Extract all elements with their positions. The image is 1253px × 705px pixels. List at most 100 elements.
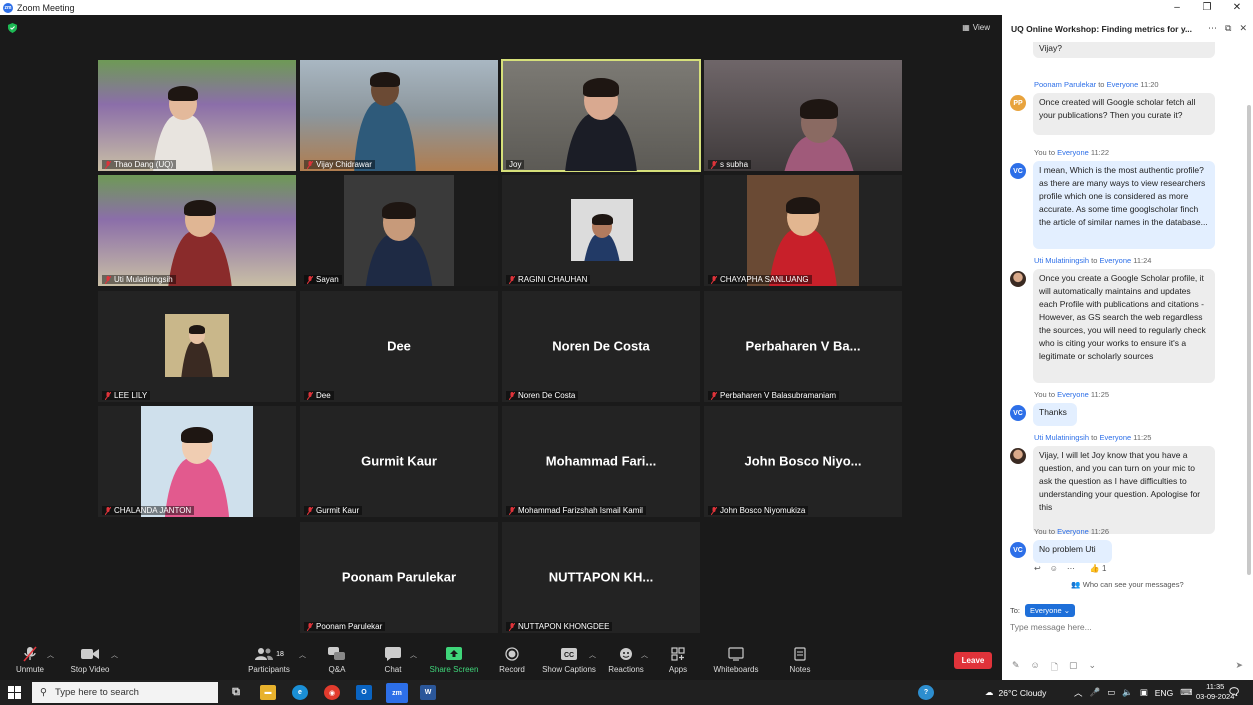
chevron-down-icon[interactable]: ⌄ [1089, 660, 1097, 676]
chrome-browser-icon[interactable]: ◉ [324, 685, 340, 700]
participants-button[interactable]: 18 Participants [234, 646, 304, 674]
participant-tile[interactable]: Uti Mulatiningsih [98, 175, 296, 286]
meeting-toolbar: Unmute ︿ Stop Video ︿ 18 Participants ︿ … [0, 640, 1002, 680]
participant-tile[interactable]: s subha [704, 60, 902, 171]
chat-options-caret-icon[interactable]: ︿ [410, 650, 417, 660]
participant-tile[interactable]: Thao Dang (UQ) [98, 60, 296, 171]
chat-message-list[interactable]: Could you please elaborate your question… [1002, 42, 1245, 582]
chat-sender: You [1034, 527, 1047, 536]
grid-view-icon: ▦ [962, 23, 970, 32]
keyboard-icon[interactable]: ⌨ [1180, 687, 1192, 698]
chat-message-text: Thanks [1033, 403, 1077, 426]
who-can-see-link[interactable]: 👥 Who can see your messages? [1002, 580, 1253, 589]
microphone-icon[interactable]: 🎤 [1090, 687, 1101, 698]
more-icon[interactable]: ⋯ [1067, 564, 1075, 573]
chat-to-word: to [1091, 256, 1098, 265]
muted-mic-icon [509, 506, 515, 515]
chat-message[interactable]: You to Everyone 11:26 VC No problem Uti [1002, 527, 1245, 568]
participant-tile[interactable]: John Bosco Niyo... John Bosco Niyomukiza [704, 406, 902, 517]
participant-photo [747, 175, 859, 286]
help-icon[interactable]: ? [918, 685, 934, 700]
chat-message[interactable]: Uti Mulatiningsih to Everyone 11:24 Once … [1002, 256, 1245, 388]
video-options-caret-icon[interactable]: ︿ [111, 650, 118, 660]
sender-avatar [1010, 448, 1026, 464]
chat-recipient: Everyone [1057, 527, 1089, 536]
chat-message[interactable]: You to Everyone 11:22 VC I mean, Which is … [1002, 148, 1245, 254]
chat-time: 11:25 [1133, 433, 1152, 442]
participant-tile[interactable]: NUTTAPON KH... NUTTAPON KHONGDEE [502, 522, 700, 633]
chat-message[interactable]: Uti Mulatiningsih to Everyone 11:25 Vijay… [1002, 433, 1245, 539]
participant-tile[interactable]: Mohammad Fari... Mohammad Farizshah Ismai… [502, 406, 700, 517]
participant-tile[interactable]: LEE LILY [98, 291, 296, 402]
muted-mic-icon [307, 391, 313, 400]
word-icon[interactable]: W [420, 685, 436, 700]
who-can-see-label: Who can see your messages? [1082, 580, 1184, 589]
participant-tile[interactable]: Gurmit Kaur Gurmit Kaur [300, 406, 498, 517]
participant-tile[interactable]: Vijay Chidrawar [300, 60, 498, 171]
participant-video [502, 60, 700, 171]
participant-display-name: John Bosco Niyo... [744, 452, 862, 468]
participant-tile[interactable]: Sayan [300, 175, 498, 286]
screenshot-icon[interactable]: ▢ [1069, 660, 1078, 676]
leave-button[interactable]: Leave [954, 652, 992, 669]
chevron-down-icon: ⌄ [1063, 606, 1071, 615]
reply-icon[interactable]: ↩ [1034, 564, 1041, 573]
format-text-icon[interactable]: ✎ [1012, 660, 1020, 676]
chat-sender: Uti Mulatiningsih [1034, 433, 1090, 442]
weather-widget[interactable]: ☁ 26°C Cloudy [985, 680, 1046, 705]
display-icon[interactable]: ▣ [1140, 687, 1148, 698]
chat-message[interactable]: You to Everyone 11:25 VC Thanks [1002, 390, 1245, 431]
task-view-icon[interactable]: ⧉ [228, 685, 244, 700]
participant-tile[interactable]: Perbaharen V Ba... Perbaharen V Balasubra… [704, 291, 902, 402]
zoom-logo-icon: zm [3, 2, 13, 13]
chat-sender: Uti Mulatiningsih [1034, 256, 1090, 265]
volume-icon[interactable]: 🔈 [1122, 687, 1133, 698]
chat-scrollbar[interactable] [1247, 105, 1251, 575]
network-icon[interactable]: ▭ [1107, 687, 1115, 698]
minimize-button[interactable]: – [1162, 0, 1192, 15]
windows-start-icon[interactable] [8, 686, 21, 699]
taskbar-search-box[interactable]: ⚲ Type here to search [32, 682, 218, 703]
notes-button[interactable]: Notes [765, 646, 835, 674]
chat-sender: Poonam Parulekar [1034, 80, 1097, 89]
file-attach-icon[interactable]: 🗋 [1051, 660, 1058, 676]
close-window-button[interactable]: ✕ [1222, 0, 1252, 15]
zoom-app-icon[interactable]: zm [386, 683, 408, 703]
muted-mic-icon [105, 506, 111, 515]
popout-icon[interactable]: ⧉ [1225, 23, 1231, 34]
maximize-button[interactable]: ❐ [1192, 0, 1222, 15]
view-button[interactable]: ▦ View [962, 23, 990, 32]
participant-tile[interactable]: CHALANDA JANTON [98, 406, 296, 517]
participant-tile[interactable]: RAGINI CHAUHAN [502, 175, 700, 286]
close-chat-icon[interactable]: ✕ [1239, 23, 1247, 34]
participant-display-name: Noren De Costa [552, 337, 650, 353]
chat-message[interactable]: Poonam Parulekar to Everyone 11:20 PP Once… [1002, 80, 1245, 140]
participant-tile[interactable]: Joy [501, 59, 701, 172]
outlook-icon[interactable]: O [356, 685, 372, 700]
person-hair [786, 196, 820, 215]
chat-button[interactable]: Chat [358, 646, 428, 674]
notifications-icon[interactable]: 🗨 [1226, 685, 1242, 700]
emoji-icon[interactable]: ☺ [1031, 660, 1040, 676]
participant-tile[interactable]: Noren De Costa Noren De Costa [502, 291, 700, 402]
chat-message-input[interactable] [1010, 622, 1240, 632]
whiteboards-label: Whiteboards [713, 665, 759, 674]
participant-tile[interactable]: Dee Dee [300, 291, 498, 402]
audio-options-caret-icon[interactable]: ︿ [47, 650, 54, 660]
thumbs-up-reaction[interactable]: 👍 1 [1090, 564, 1107, 573]
recipient-dropdown[interactable]: Everyone ⌄ [1025, 604, 1076, 617]
person-hair [382, 201, 416, 220]
participant-tile[interactable]: CHAYAPHA SANLUANG [704, 175, 902, 286]
participant-tile[interactable]: Poonam Parulekar Poonam Parulekar [300, 522, 498, 633]
file-explorer-icon[interactable]: ▬ [260, 685, 276, 700]
participant-name: Joy [509, 160, 522, 169]
language-indicator[interactable]: ENG [1155, 688, 1173, 698]
more-options-icon[interactable]: ⋯ [1208, 23, 1217, 34]
add-reaction-icon[interactable]: ☺ [1050, 564, 1058, 573]
send-icon[interactable]: ➤ [1235, 660, 1243, 671]
muted-mic-icon [509, 275, 515, 284]
whiteboards-button[interactable]: Whiteboards [701, 646, 771, 674]
chevron-up-icon[interactable]: ︿ [1074, 687, 1083, 699]
chat-message[interactable]: Could you please elaborate your question… [1002, 42, 1245, 73]
edge-browser-icon[interactable]: e [292, 685, 308, 700]
